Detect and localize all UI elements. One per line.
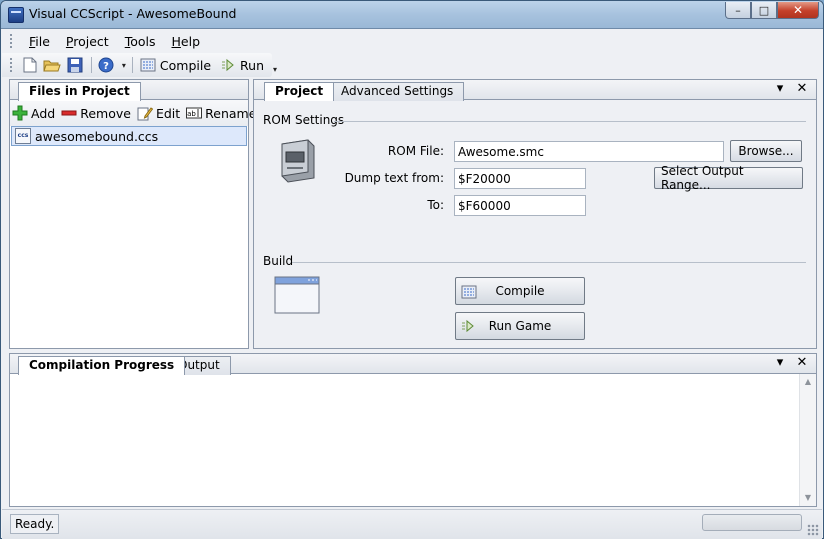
toolbar-grip[interactable]	[10, 58, 13, 72]
menu-tools[interactable]: Tools	[117, 34, 164, 49]
save-icon[interactable]	[66, 56, 83, 74]
compile-icon	[139, 56, 157, 74]
dump-to-input[interactable]	[454, 195, 586, 216]
output-tabstrip: Compilation Progress Output ▾ ✕	[10, 354, 816, 375]
toolbar-separator	[90, 57, 92, 73]
project-panel: Project Advanced Settings ▾ ✕ ROM Settin…	[253, 79, 817, 349]
menu-file[interactable]: File	[21, 34, 58, 49]
toolbar-run-button[interactable]: Run	[219, 56, 264, 74]
app-icon	[8, 7, 24, 23]
toolbar-overflow-chevron-icon[interactable]: ▾	[273, 65, 277, 74]
menu-project[interactable]: Project	[58, 34, 117, 49]
edit-file-button[interactable]: Edit	[137, 105, 180, 121]
minimize-button[interactable]: –	[725, 2, 751, 19]
to-label: To:	[427, 198, 444, 212]
panel-close-icon[interactable]: ✕	[794, 355, 810, 371]
file-name: awesomebound.ccs	[35, 128, 159, 144]
compile-label: Compile	[159, 57, 212, 73]
title-bar[interactable]: Visual CCScript - AwesomeBound – □ ✕	[1, 1, 823, 29]
status-bar: Ready.	[2, 509, 822, 539]
compile-button[interactable]: Compile	[455, 277, 585, 305]
menu-grip[interactable]	[10, 34, 13, 48]
status-progress-bar	[702, 514, 802, 531]
rename-icon: ab	[186, 105, 203, 121]
menu-help[interactable]: Help	[164, 34, 209, 49]
rename-file-button[interactable]: ab Rename	[186, 105, 256, 121]
compile-icon	[461, 284, 477, 300]
project-panel-controls: ▾ ✕	[766, 81, 810, 97]
maximize-icon: □	[758, 3, 770, 17]
file-list-item[interactable]: ccs awesomebound.ccs	[11, 126, 247, 146]
svg-text:ab: ab	[187, 110, 196, 118]
files-tabstrip: Files in Project	[10, 80, 248, 101]
run-icon	[461, 319, 477, 335]
rename-label: Rename	[205, 105, 257, 121]
menu-bar: File Project Tools Help	[2, 30, 822, 52]
build-divider	[292, 262, 806, 263]
rom-settings-divider	[334, 121, 806, 122]
resize-grip[interactable]	[807, 524, 819, 536]
run-label: Run	[240, 57, 264, 73]
remove-label: Remove	[80, 105, 131, 121]
toolbar-compile-button[interactable]: Compile	[139, 56, 211, 74]
files-panel: Files in Project Add Remove Edit ab Rena…	[9, 79, 256, 349]
tab-project[interactable]: Project	[264, 82, 335, 101]
minus-icon	[61, 105, 77, 121]
panel-menu-icon[interactable]: ▾	[772, 81, 788, 97]
browse-button[interactable]: Browse...	[730, 140, 802, 162]
compile-button-label: Compile	[495, 284, 545, 298]
toolbar-separator	[131, 57, 133, 73]
add-label: Add	[31, 105, 56, 121]
main-toolbar: ? ▾ Compile Run	[2, 53, 272, 77]
edit-pencil-icon	[137, 105, 153, 121]
maximize-button[interactable]: □	[751, 2, 777, 19]
ccs-file-icon: ccs	[15, 128, 31, 144]
window-title: Visual CCScript - AwesomeBound	[29, 6, 237, 21]
compilation-log-area[interactable]	[10, 374, 799, 506]
rom-cartridge-icon	[278, 138, 318, 187]
file-list: ccs awesomebound.ccs	[10, 126, 248, 146]
status-text: Ready.	[10, 514, 60, 534]
panel-menu-icon[interactable]: ▾	[772, 355, 788, 371]
help-icon[interactable]: ?	[98, 56, 115, 74]
files-toolbar: Add Remove Edit ab Rename	[10, 100, 256, 126]
run-game-button-label: Run Game	[488, 319, 552, 333]
close-icon: ✕	[792, 3, 804, 17]
open-folder-icon[interactable]	[43, 56, 61, 74]
new-file-icon[interactable]	[21, 56, 38, 74]
build-window-icon	[274, 276, 320, 317]
rom-file-input[interactable]	[454, 141, 724, 162]
select-output-range-button[interactable]: Select Output Range...	[654, 164, 803, 192]
main-window: Visual CCScript - AwesomeBound – □ ✕ Fil…	[0, 0, 824, 539]
run-game-button[interactable]: Run Game	[455, 312, 585, 340]
dump-from-label: Dump text from:	[344, 171, 444, 185]
output-panel-controls: ▾ ✕	[766, 355, 810, 371]
add-file-button[interactable]: Add	[12, 105, 55, 121]
plus-icon	[12, 105, 28, 121]
rom-file-label: ROM File:	[387, 144, 444, 158]
vertical-scrollbar[interactable]: ▲ ▼	[799, 374, 816, 506]
tab-advanced-settings[interactable]: Advanced Settings	[330, 82, 465, 101]
scroll-up-arrow-icon[interactable]: ▲	[800, 374, 816, 390]
remove-file-button[interactable]: Remove	[61, 105, 131, 121]
svg-text:?: ?	[103, 61, 109, 72]
output-panel: Compilation Progress Output ▾ ✕ ▲ ▼	[9, 353, 817, 507]
close-button[interactable]: ✕	[777, 2, 819, 19]
dump-from-input[interactable]	[454, 168, 586, 189]
project-tabstrip: Project Advanced Settings ▾ ✕	[254, 80, 816, 101]
caption-buttons: – □ ✕	[725, 2, 819, 19]
rom-settings-heading: ROM Settings	[263, 113, 345, 127]
run-icon	[219, 56, 237, 74]
tab-compilation-progress[interactable]: Compilation Progress	[18, 356, 186, 375]
scroll-down-arrow-icon[interactable]: ▼	[800, 490, 816, 506]
tab-files-in-project[interactable]: Files in Project	[18, 82, 141, 101]
panel-close-icon[interactable]: ✕	[794, 81, 810, 97]
minimize-icon: –	[735, 3, 741, 17]
build-heading: Build	[263, 254, 294, 268]
toolbar-overflow-chevron-icon[interactable]: ▾	[122, 61, 126, 70]
edit-label: Edit	[155, 105, 181, 121]
